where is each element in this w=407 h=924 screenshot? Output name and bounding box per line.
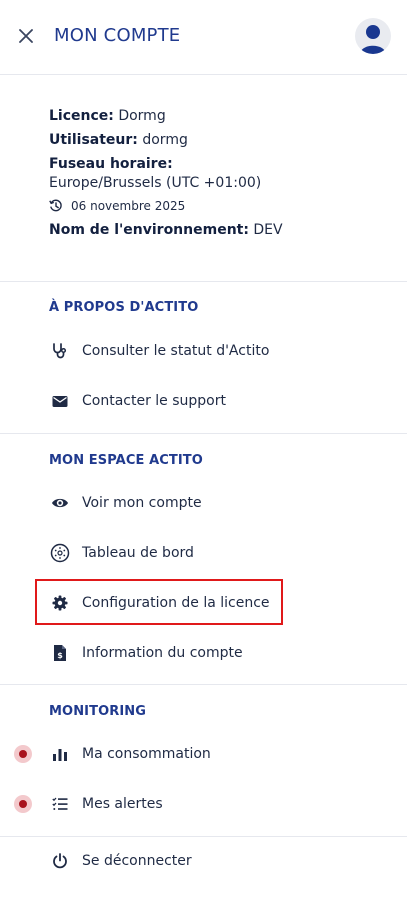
gear-icon <box>50 593 70 613</box>
menu-item-dashboard[interactable]: Tableau de bord <box>44 535 294 571</box>
alert-indicator <box>14 745 32 763</box>
user-avatar-icon <box>360 25 386 54</box>
date-value: 06 novembre 2025 <box>71 199 186 213</box>
eye-icon <box>50 493 70 513</box>
user-value: dormg <box>142 132 188 148</box>
svg-text:$: $ <box>57 651 63 660</box>
avatar[interactable] <box>355 18 391 54</box>
divider <box>0 281 407 282</box>
timezone-label: Fuseau horaire: <box>49 156 173 172</box>
page-title: MON COMPTE <box>54 25 181 46</box>
environment-label: Nom de l'environnement: <box>49 222 249 238</box>
user-label: Utilisateur: <box>49 132 138 148</box>
menu-item-label: Configuration de la licence <box>82 595 270 611</box>
close-icon <box>19 29 33 43</box>
menu-item-label: Voir mon compte <box>82 495 202 511</box>
timezone-label-row: Fuseau horaire: <box>49 154 389 174</box>
licence-value: Dormg <box>118 108 166 124</box>
menu-item-licence-config[interactable]: Configuration de la licence <box>44 585 294 621</box>
close-button[interactable] <box>14 24 38 48</box>
power-icon <box>50 851 70 871</box>
menu-item-label: Information du compte <box>82 645 243 661</box>
licence-row: Licence: Dormg <box>49 104 389 128</box>
menu-item-label: Tableau de bord <box>82 545 194 561</box>
environment-value: DEV <box>253 222 283 238</box>
environment-row: Nom de l'environnement: DEV <box>49 218 389 242</box>
file-invoice-icon: $ <box>50 643 70 663</box>
stethoscope-icon <box>50 341 70 361</box>
logout-label: Se déconnecter <box>82 853 192 869</box>
divider <box>0 684 407 685</box>
menu-item-label: Contacter le support <box>82 393 226 409</box>
checklist-icon <box>50 794 70 814</box>
licence-label: Licence: <box>49 108 114 124</box>
menu-item-label: Mes alertes <box>82 796 163 812</box>
menu-item-consumption[interactable]: Ma consommation <box>44 736 294 772</box>
envelope-icon <box>50 391 70 411</box>
panel-header: MON COMPTE <box>0 0 407 75</box>
menu-item-support[interactable]: Contacter le support <box>44 383 294 419</box>
alert-indicator <box>14 795 32 813</box>
divider <box>0 836 407 837</box>
menu-item-alerts[interactable]: Mes alertes <box>44 786 294 822</box>
history-icon <box>49 199 62 212</box>
section-title-monitoring: MONITORING <box>49 704 147 719</box>
menu-item-account-info[interactable]: $ Information du compte <box>44 635 294 671</box>
section-title-space: MON ESPACE ACTITO <box>49 453 203 468</box>
dashboard-icon <box>50 543 70 563</box>
menu-item-label: Consulter le statut d'Actito <box>82 343 270 359</box>
menu-item-view-account[interactable]: Voir mon compte <box>44 485 294 521</box>
account-panel: MON COMPTE Licence: Dormg Utilisateur: d… <box>0 0 407 924</box>
account-info: Licence: Dormg Utilisateur: dormg Fuseau… <box>49 104 389 242</box>
user-row: Utilisateur: dormg <box>49 128 389 152</box>
menu-item-status[interactable]: Consulter le statut d'Actito <box>44 333 294 369</box>
section-title-about: À PROPOS D'ACTITO <box>49 300 199 315</box>
timezone-value: Europe/Brussels (UTC +01:00) <box>49 175 262 191</box>
bar-chart-icon <box>50 744 70 764</box>
date-row: 06 novembre 2025 <box>49 194 389 218</box>
logout-button[interactable]: Se déconnecter <box>44 843 294 879</box>
divider <box>0 433 407 434</box>
menu-item-label: Ma consommation <box>82 746 211 762</box>
